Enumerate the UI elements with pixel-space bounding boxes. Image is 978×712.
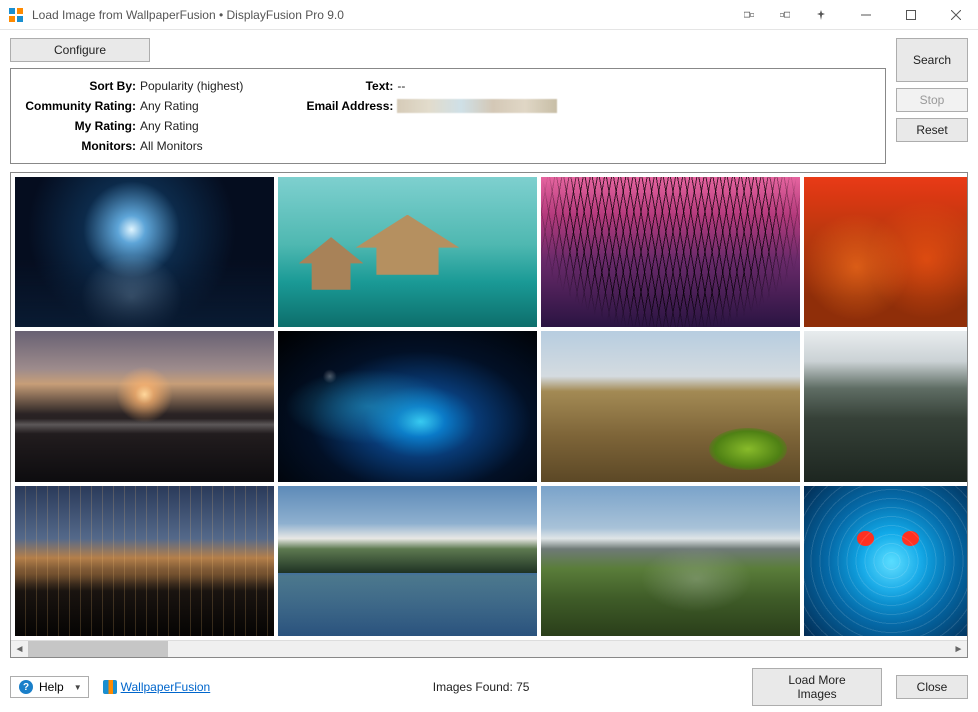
help-button[interactable]: ? Help ▼ [10, 676, 89, 698]
text-filter-value: -- [397, 79, 405, 93]
app-icon [8, 7, 24, 23]
wallpaper-thumbnail[interactable] [804, 177, 967, 327]
wallpaperfusion-link-label: WallpaperFusion [121, 680, 211, 694]
wallpaperfusion-icon [103, 680, 117, 694]
close-window-button[interactable] [933, 0, 978, 30]
chevron-down-icon: ▼ [74, 683, 82, 692]
wallpaper-thumbnail[interactable] [15, 486, 274, 636]
sort-by-value: Popularity (highest) [140, 79, 243, 93]
pin-icon[interactable] [803, 0, 839, 30]
wallpaper-thumbnail[interactable] [15, 177, 274, 327]
close-button[interactable]: Close [896, 675, 968, 699]
scroll-left-arrow-icon[interactable]: ◄ [11, 641, 28, 658]
my-rating-value: Any Rating [140, 119, 199, 133]
wallpaper-thumbnail[interactable] [804, 331, 967, 481]
scrollbar-handle[interactable] [28, 641, 168, 657]
window-controls [843, 0, 978, 29]
wallpaper-thumbnail[interactable] [15, 331, 274, 481]
monitors-value: All Monitors [140, 139, 203, 153]
help-icon: ? [19, 680, 33, 694]
horizontal-scrollbar[interactable]: ◄ ► [11, 640, 967, 657]
status-images-found: Images Found: 75 [433, 680, 530, 694]
minimize-button[interactable] [843, 0, 888, 30]
maximize-button[interactable] [888, 0, 933, 30]
community-rating-label: Community Rating: [21, 99, 136, 113]
wallpaper-thumbnail[interactable] [541, 486, 800, 636]
move-to-monitor-left-icon[interactable] [731, 0, 767, 30]
search-button[interactable]: Search [896, 38, 968, 82]
reset-button[interactable]: Reset [896, 118, 968, 142]
text-filter-label: Text: [303, 79, 393, 93]
titlebar-extra-icons [731, 0, 839, 29]
email-label: Email Address: [303, 99, 393, 113]
window-title: Load Image from WallpaperFusion • Displa… [32, 8, 344, 22]
community-rating-value: Any Rating [140, 99, 199, 113]
email-value-redacted [397, 99, 557, 113]
wallpaperfusion-link[interactable]: WallpaperFusion [103, 680, 211, 694]
wallpaper-thumbnail[interactable] [278, 177, 537, 327]
filter-panel: Sort By: Popularity (highest) Community … [10, 68, 886, 164]
move-to-monitor-right-icon[interactable] [767, 0, 803, 30]
sort-by-label: Sort By: [21, 79, 136, 93]
titlebar: Load Image from WallpaperFusion • Displa… [0, 0, 978, 30]
wallpaper-thumbnail[interactable] [278, 486, 537, 636]
help-label: Help [39, 680, 64, 694]
wallpaper-thumbnail[interactable] [278, 331, 537, 481]
wallpaper-thumbnail[interactable] [541, 331, 800, 481]
wallpaper-thumbnail[interactable] [541, 177, 800, 327]
scroll-right-arrow-icon[interactable]: ► [950, 641, 967, 658]
wallpaper-thumbnail[interactable] [804, 486, 967, 636]
configure-button[interactable]: Configure [10, 38, 150, 62]
stop-button[interactable]: Stop [896, 88, 968, 112]
load-more-images-button[interactable]: Load More Images [752, 668, 882, 706]
my-rating-label: My Rating: [21, 119, 136, 133]
monitors-label: Monitors: [21, 139, 136, 153]
results-grid: ◄ ► [10, 172, 968, 658]
